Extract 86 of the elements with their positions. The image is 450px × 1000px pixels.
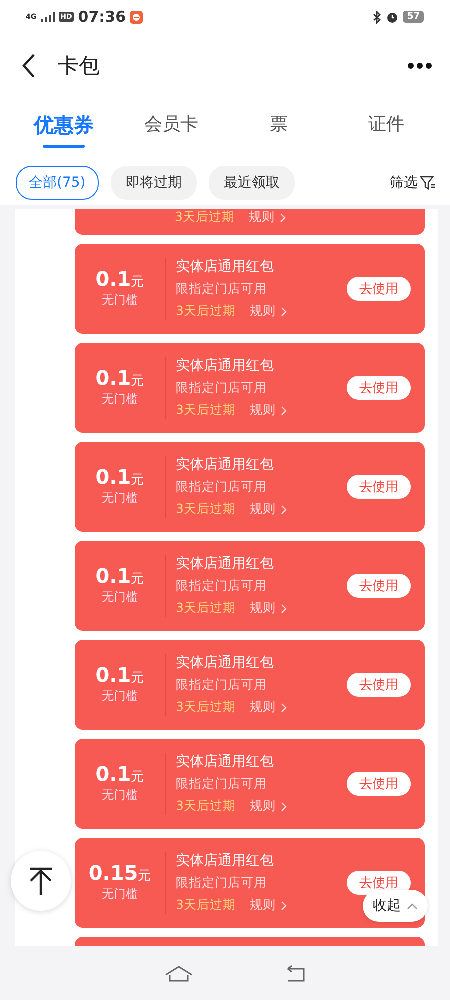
use-button[interactable]: 去使用 <box>347 673 411 697</box>
expiry-text: 3天后过期 <box>175 209 235 226</box>
threshold-text: 无门槛 <box>101 787 139 804</box>
expiry-text: 3天后过期 <box>176 798 236 815</box>
collapse-button[interactable]: 收起 <box>363 890 428 922</box>
use-button[interactable]: 去使用 <box>347 376 411 400</box>
clock-time: 07:36 <box>78 8 126 26</box>
coupon-amount: 0.1元 <box>96 566 144 586</box>
rules-link[interactable]: 规则 <box>250 897 287 914</box>
scope-text: 限指定门店可用 <box>176 776 268 793</box>
filter-icon[interactable] <box>420 175 436 191</box>
signal-icon <box>40 12 55 22</box>
coupon-title: 实体店通用红包 <box>176 753 275 771</box>
coupon-title: 实体店通用红包 <box>176 357 275 375</box>
expiry-text: 3天后过期 <box>176 303 236 320</box>
more-icon[interactable] <box>408 63 432 69</box>
coupon-card[interactable]: 3天后过期 规则 <box>75 209 425 235</box>
coupon-amount: 0.1元 <box>96 368 144 388</box>
rules-link[interactable]: 规则 <box>250 402 287 419</box>
app-notification-icon <box>130 10 144 24</box>
chevron-right-icon <box>280 504 287 514</box>
expiry-text: 3天后过期 <box>176 501 236 518</box>
filter-chip[interactable]: 最近领取 <box>208 166 295 200</box>
threshold-text: 无门槛 <box>101 688 139 705</box>
chevron-right-icon <box>280 212 286 222</box>
threshold-text: 无门槛 <box>101 292 139 309</box>
category-tab[interactable]: 证件 <box>332 98 440 156</box>
coupon-card[interactable]: 0.1元 无门槛 实体店通用红包 限指定门店可用 3天后过期 规则 去使用 <box>75 343 425 433</box>
scope-text: 限指定门店可用 <box>176 380 268 397</box>
use-button[interactable]: 去使用 <box>347 574 411 598</box>
expiry-text: 3天后过期 <box>176 897 236 914</box>
coupon-title: 实体店通用红包 <box>176 654 275 672</box>
chevron-right-icon <box>280 604 287 614</box>
expiry-text: 3天后过期 <box>176 402 236 419</box>
coupon-card[interactable]: 0.1元 无门槛 实体店通用红包 限指定门店可用 3天后过期 规则 去使用 <box>75 541 425 631</box>
coupon-amount: 0.1元 <box>96 467 144 487</box>
coupon-card[interactable]: 0.1元 无门槛 实体店通用红包 限指定门店可用 3天后过期 规则 去使用 <box>75 739 425 829</box>
rules-link[interactable]: 规则 <box>250 303 287 320</box>
back-icon[interactable] <box>22 53 36 79</box>
threshold-text: 无门槛 <box>101 391 139 408</box>
chevron-right-icon <box>280 406 287 416</box>
alarm-icon <box>386 10 400 24</box>
scope-text: 限指定门店可用 <box>176 677 268 694</box>
category-tab[interactable]: 优惠券 <box>10 98 118 156</box>
scope-text: 限指定门店可用 <box>176 281 268 298</box>
category-tab[interactable]: 会员卡 <box>118 98 225 156</box>
coupon-title: 实体店通用红包 <box>176 258 275 276</box>
scope-text: 限指定门店可用 <box>176 479 268 496</box>
coupon-title: 实体店通用红包 <box>176 456 275 474</box>
page-title: 卡包 <box>58 53 101 80</box>
chevron-right-icon <box>280 306 287 316</box>
chevron-right-icon <box>280 702 287 712</box>
coupon-amount: 0.1元 <box>96 764 144 784</box>
expiry-text: 3天后过期 <box>176 600 236 617</box>
rules-link[interactable]: 规则 <box>250 798 287 815</box>
coupon-amount: 0.1元 <box>96 269 144 289</box>
scope-text: 限指定门店可用 <box>176 875 268 892</box>
chevron-up-icon <box>407 902 418 910</box>
home-icon[interactable] <box>164 965 194 983</box>
use-button[interactable]: 去使用 <box>347 475 411 499</box>
threshold-text: 无门槛 <box>101 490 139 507</box>
rules-link[interactable]: 规则 <box>250 501 287 518</box>
use-button[interactable]: 去使用 <box>347 277 411 301</box>
coupon-title: 实体店通用红包 <box>176 555 275 573</box>
bluetooth-icon <box>373 10 382 24</box>
threshold-text: 无门槛 <box>101 886 139 903</box>
coupon-card[interactable]: 0.1元 无门槛 实体店通用红包 限指定门店可用 3天后过期 规则 去使用 <box>75 442 425 532</box>
category-tab[interactable]: 票 <box>225 98 332 156</box>
rules-link[interactable]: 规则 <box>248 209 286 226</box>
chevron-right-icon <box>280 900 287 910</box>
rules-link[interactable]: 规则 <box>250 699 287 716</box>
coupon-amount: 0.15元 <box>88 863 152 883</box>
expiry-text: 3天后过期 <box>176 699 236 716</box>
coupon-amount: 0.1元 <box>96 665 144 685</box>
filter-chip[interactable]: 全部(75) <box>16 166 99 200</box>
coupon-title: 实体店通用红包 <box>176 852 275 870</box>
filter-chip[interactable]: 即将过期 <box>110 166 197 200</box>
use-button[interactable]: 去使用 <box>347 772 411 796</box>
battery-level: 57 <box>403 11 424 23</box>
coupon-card[interactable]: 0.1元 无门槛 实体店通用红包 限指定门店可用 3天后过期 规则 去使用 <box>75 640 425 730</box>
scope-text: 限指定门店可用 <box>176 578 268 595</box>
chevron-right-icon <box>280 802 287 812</box>
coupon-card[interactable]: 0.1元 无门槛 实体店通用红包 限指定门店可用 3天后过期 规则 去使用 <box>75 244 425 334</box>
rules-link[interactable]: 规则 <box>250 600 287 617</box>
threshold-text: 无门槛 <box>101 589 139 606</box>
filter-label[interactable]: 筛选 <box>390 174 418 192</box>
